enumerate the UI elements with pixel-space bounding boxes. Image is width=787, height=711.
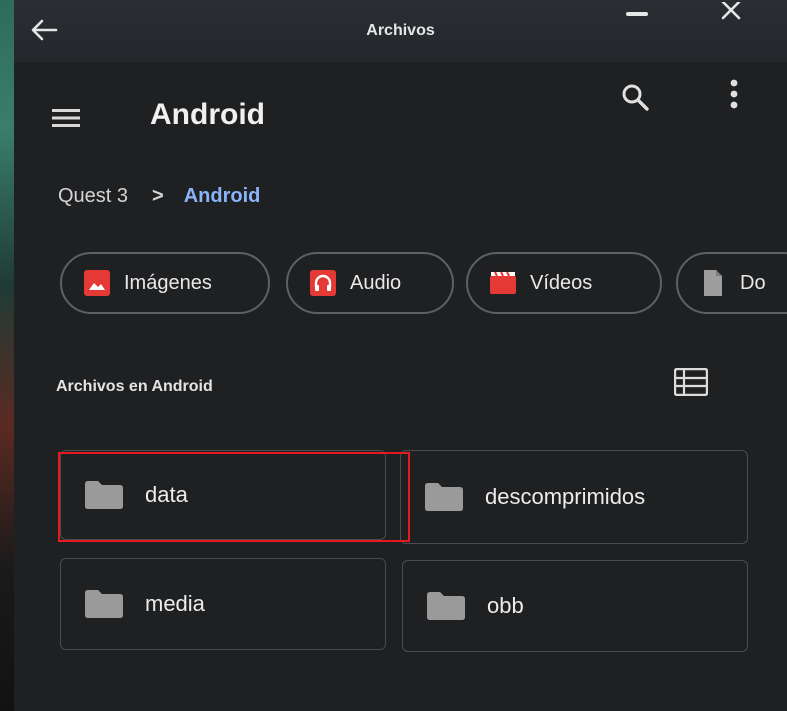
folder-item-media[interactable]: media <box>60 558 386 650</box>
minimize-icon[interactable] <box>626 12 648 16</box>
chip-label: Vídeos <box>530 271 593 294</box>
window-title: Archivos <box>366 22 435 39</box>
app-bar: Android <box>14 62 787 162</box>
folder-item-descomprimidos[interactable]: descomprimidos <box>400 450 748 544</box>
filter-chip-documents[interactable]: Do <box>676 252 787 314</box>
image-icon <box>84 270 110 296</box>
document-icon <box>704 270 722 296</box>
chip-label: Imágenes <box>124 271 212 294</box>
folder-icon <box>425 483 463 511</box>
title-bar: Archivos <box>14 0 787 62</box>
filter-chip-videos[interactable]: Vídeos <box>466 252 662 314</box>
section-label: Archivos en Android <box>56 378 213 395</box>
breadcrumb-separator: > <box>152 185 164 207</box>
breadcrumb-current[interactable]: Android <box>184 185 261 208</box>
breadcrumb-root[interactable]: Quest 3 <box>58 185 128 208</box>
list-view-icon[interactable] <box>674 368 708 396</box>
background-edge <box>0 0 14 711</box>
breadcrumb: Quest 3 > Android <box>58 185 260 208</box>
folder-icon <box>427 592 465 620</box>
folder-icon <box>85 590 123 618</box>
folder-name: media <box>145 591 205 616</box>
filter-chip-images[interactable]: Imágenes <box>60 252 270 314</box>
chip-label: Audio <box>350 271 402 294</box>
chip-label: Do <box>740 271 766 294</box>
filter-chip-audio[interactable]: Audio <box>286 252 454 314</box>
close-icon[interactable] <box>718 2 744 22</box>
video-icon <box>490 271 516 294</box>
more-options-icon[interactable] <box>728 78 740 112</box>
search-icon[interactable] <box>620 82 650 112</box>
folder-item-data[interactable]: data <box>60 450 386 540</box>
files-window: Archivos Android Quest 3 > Android Imáge… <box>14 0 787 711</box>
folder-name: obb <box>487 593 524 618</box>
folder-name: descomprimidos <box>485 484 646 509</box>
folder-icon <box>85 481 123 509</box>
page-title: Android <box>150 98 265 131</box>
headphones-icon <box>310 270 336 296</box>
folder-item-obb[interactable]: obb <box>402 560 748 652</box>
hamburger-menu-icon[interactable] <box>52 108 80 128</box>
folder-name: data <box>145 482 188 507</box>
